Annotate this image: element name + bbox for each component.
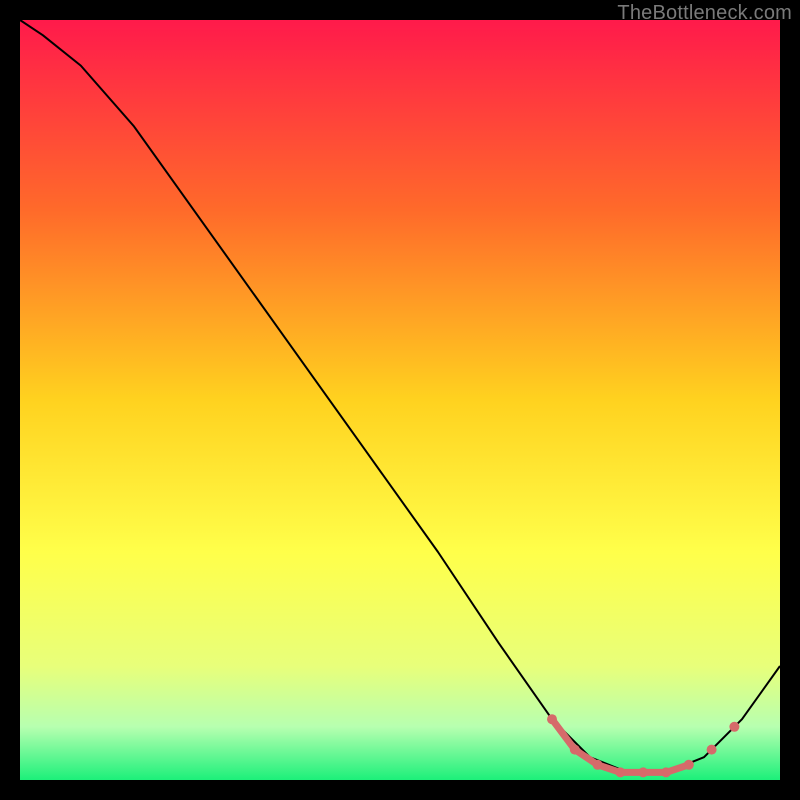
marker-point <box>661 767 671 777</box>
marker-point <box>684 760 694 770</box>
marker-point <box>615 767 625 777</box>
chart-svg <box>20 20 780 780</box>
marker-point <box>547 714 557 724</box>
marker-point <box>570 745 580 755</box>
marker-point <box>638 767 648 777</box>
marker-point <box>593 760 603 770</box>
marker-point <box>729 722 739 732</box>
plot-area <box>20 20 780 780</box>
marker-point <box>707 745 717 755</box>
gradient-background <box>20 20 780 780</box>
chart-frame: TheBottleneck.com <box>0 0 800 800</box>
